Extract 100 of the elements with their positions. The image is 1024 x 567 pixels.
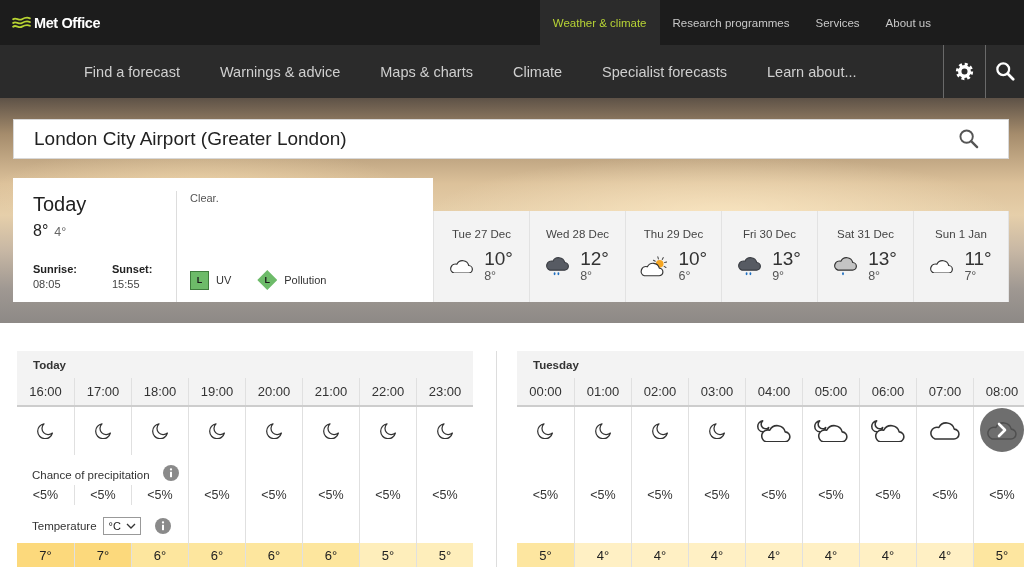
top-nav-tab[interactable]: Weather & climate [539,0,660,45]
moon-icon [94,422,112,440]
temperature-cell: 7° [17,543,74,567]
precipitation-value: <5% [147,488,173,502]
day-heading: Today [33,358,66,371]
top-nav-tab[interactable]: Research programmes [659,0,803,45]
precipitation-value: <5% [432,488,458,502]
temperature-cell: 5° [416,543,473,567]
cloud-icon [930,259,954,274]
day-date: Wed 28 Dec [545,228,610,240]
cloud-icon [930,422,960,440]
search-icon [995,62,1015,81]
temperature-label: Temperature [32,520,97,532]
day-tab[interactable]: Sat 31 Dec 13° 8° [817,211,913,302]
temperature-cell: 4° [859,543,916,567]
index-label: Pollution [284,274,327,286]
precipitation-value: <5% [90,488,116,502]
main-nav-link[interactable]: Maps & charts [360,45,493,98]
precipitation-value: <5% [875,488,901,502]
hour-label: 20:00 [257,384,291,399]
sunset-label: Sunset: [112,262,153,277]
sunset-time: 15:55 [112,277,140,292]
hour-label: 04:00 [757,384,791,399]
moon-icon [151,422,169,440]
index-label: UV [216,274,232,286]
cloud-icon [450,259,474,274]
precipitation-value: <5% [532,488,559,502]
hour-label: 05:00 [814,384,848,399]
weather-summary: Clear. [190,192,219,204]
precipitation-value: <5% [32,488,59,502]
site-logo-text[interactable]: Met Office [34,14,101,31]
day-low-temperature: 8° [484,269,497,284]
caret-icon [125,523,136,529]
hour-label: 06:00 [871,384,905,399]
precipitation-value: <5% [204,488,230,502]
day-date: Sat 31 Dec [837,228,894,240]
rain-cloud-icon [738,257,762,276]
moon-icon [379,422,397,440]
cloud-moon-icon [814,419,848,443]
moon-icon [436,422,454,440]
day-high-temperature: 12° [580,249,609,269]
day-tab[interactable]: Tue 27 Dec 10° 8° [433,211,529,302]
hour-label: 00:00 [529,384,562,399]
temperature-cell: 6° [188,543,245,567]
day-tab[interactable]: Wed 28 Dec 12° 8° [529,211,625,302]
settings-icon [955,62,974,81]
hour-label: 01:00 [586,384,620,399]
day-tab[interactable]: Fri 30 Dec 13° 9° [721,211,817,302]
today-card[interactable]: Today 8° 4° Sunrise: 08:05 Sunset: 15:55 Clear. L UV L Pollution [13,178,433,302]
temperature-cell: 4° [745,543,802,567]
precipitation-label: Chance of precipitation [32,469,150,481]
day-tab[interactable]: Thu 29 Dec 10° 6° [625,211,721,302]
hour-label: 23:00 [428,384,462,399]
precipitation-value: <5% [818,488,844,502]
temperature-cell: 5° [359,543,416,567]
top-nav-tab[interactable]: Services [802,0,873,45]
main-nav-link[interactable]: Specialist forecasts [582,45,748,98]
temperature-cell: 4° [688,543,745,567]
day-high-temperature: 11° [964,249,992,269]
main-nav-link[interactable]: Find a forecast [64,45,200,98]
precipitation-value: <5% [318,488,344,502]
hour-label: 16:00 [29,384,62,399]
info-icon[interactable] [154,518,171,534]
main-nav-link[interactable]: Learn about... [747,45,877,98]
day-heading: Tuesday [533,358,579,371]
info-icon[interactable] [163,465,179,481]
precipitation-value: <5% [590,488,616,502]
hour-label: 03:00 [700,384,734,399]
moon-icon [208,422,226,440]
rain-cloud-icon [546,257,570,276]
day-low-temperature: 8° [580,269,593,284]
day-date: Tue 27 Dec [452,228,511,240]
precipitation-value: <5% [761,488,787,502]
temperature-cell: 5° [973,543,1024,567]
temperature-cell: 4° [631,543,688,567]
wave-logo-icon [12,16,31,29]
moon-icon [651,422,669,440]
today-title: Today [33,193,87,215]
main-nav-link[interactable]: Warnings & advice [199,45,361,98]
precipitation-value: <5% [989,488,1015,502]
hour-label: 07:00 [928,384,962,399]
moon-icon [265,422,283,440]
unit-select[interactable]: °C [102,517,141,535]
drizzle-cloud-icon [834,257,858,276]
hour-label: 02:00 [643,384,677,399]
pollution-index-badge[interactable]: L [257,270,278,290]
moon-icon [322,422,340,440]
hour-label: 19:00 [200,384,234,399]
uv-index-badge[interactable]: L [190,270,209,290]
main-nav-link[interactable]: Climate [492,45,583,98]
top-nav-tab[interactable]: About us [872,0,944,45]
temperature-cell: 4° [802,543,859,567]
sunrise-label: Sunrise: [33,262,77,277]
precipitation-value: <5% [704,488,730,502]
moon-icon [37,422,54,440]
precipitation-value: <5% [647,488,673,502]
precipitation-value: <5% [261,488,287,502]
day-tab[interactable]: Sun 1 Jan 11° 7° [913,211,1009,302]
hour-label: 17:00 [86,384,120,399]
day-high-temperature: 10° [484,249,513,269]
